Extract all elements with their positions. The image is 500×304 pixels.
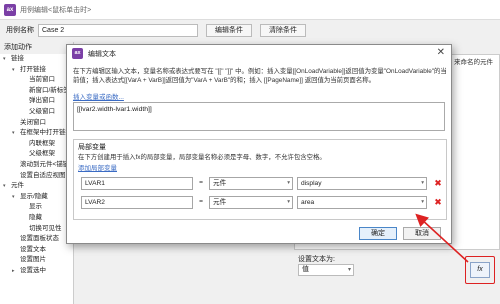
local-variable-row: LVAR2 = 元件 ▾ area ▾ ✖ bbox=[77, 196, 445, 209]
action-tree-item[interactable]: 弹出窗口 bbox=[0, 96, 73, 107]
app-icon: ax bbox=[4, 3, 16, 16]
add-action-heading: 添加动作 bbox=[0, 42, 73, 54]
chevron-icon[interactable]: ▾ bbox=[12, 65, 20, 76]
action-tree-item[interactable]: 显示 bbox=[0, 202, 73, 213]
action-tree-item-label: 弹出窗口 bbox=[29, 97, 55, 105]
action-tree-item-label: 隐藏 bbox=[29, 213, 42, 221]
unnamed-widget-text: 来命名的元件 bbox=[454, 59, 493, 66]
chevron-down-icon: ▾ bbox=[421, 199, 424, 205]
chevron-down-icon: ▾ bbox=[287, 199, 290, 205]
action-tree-item-label: 显示/隐藏 bbox=[20, 192, 48, 200]
chevron-icon[interactable]: ▾ bbox=[3, 181, 11, 192]
action-tree-item[interactable]: 滚动到元件<锚链接> bbox=[0, 160, 73, 171]
action-tree-item[interactable]: ▾ 显示/隐藏 bbox=[0, 192, 73, 203]
action-tree-item[interactable]: ▾ 打开链接 bbox=[0, 65, 73, 76]
target-widget-value: area bbox=[301, 199, 315, 206]
case-editor-titlebar: ax 用例编辑<鼠标单击时> bbox=[0, 0, 500, 20]
action-tree-item-label: 设置面板状态 bbox=[20, 235, 59, 243]
edit-text-dialog: ax 编辑文本 ✕ 在下方编辑区输入文本，变量名称或表达式要写在 "[[" "]… bbox=[66, 44, 452, 244]
action-tree-item[interactable]: 隐藏 bbox=[0, 213, 73, 224]
chevron-icon[interactable]: ▾ bbox=[12, 128, 20, 139]
dialog-description: 在下方编辑区输入文本，变量名称或表达式要写在 "[[" "]]" 中。例如：插入… bbox=[73, 68, 447, 84]
variable-type-select[interactable]: 元件 ▾ bbox=[209, 196, 293, 209]
delete-variable-icon[interactable]: ✖ bbox=[433, 196, 443, 209]
case-name-bar: 用例名称 Case 2 编辑条件 清除条件 bbox=[0, 20, 500, 40]
variable-name-input[interactable]: LVAR2 bbox=[81, 196, 193, 209]
action-tree-item[interactable]: 内联框架 bbox=[0, 139, 73, 150]
action-tree-item-label: 切换可见性 bbox=[29, 224, 62, 232]
action-tree-item-label: 父级框架 bbox=[29, 150, 55, 158]
variable-type-select[interactable]: 元件 ▾ bbox=[209, 177, 293, 190]
action-tree-item[interactable]: 关闭窗口 bbox=[0, 118, 73, 129]
local-variables-description: 在下方创建用于插入fx的局部变量，局部变量名称必须是字母、数字，不允许包含空格。 bbox=[78, 154, 326, 161]
chevron-icon[interactable]: ▸ bbox=[12, 266, 20, 277]
chevron-icon[interactable]: ▾ bbox=[12, 192, 20, 203]
action-tree-item[interactable]: 设置图片 bbox=[0, 255, 73, 266]
action-tree-item-label: 设置图片 bbox=[20, 256, 46, 264]
add-local-variable-link[interactable]: 添加局部变量 bbox=[78, 162, 117, 172]
target-widget-select[interactable]: area ▾ bbox=[297, 196, 427, 209]
variable-name-input[interactable]: LVAR1 bbox=[81, 177, 193, 190]
chevron-down-icon: ▾ bbox=[421, 180, 424, 186]
action-tree-item[interactable]: ▾ 在框架中打开链接 bbox=[0, 128, 73, 139]
local-variable-row: LVAR1 = 元件 ▾ display ▾ ✖ bbox=[77, 177, 445, 190]
set-text-to-label: 设置文本为: bbox=[298, 256, 335, 263]
action-tree-item-label: 新窗口/新标签 bbox=[29, 86, 70, 94]
action-tree-item-label: 设置文本 bbox=[20, 245, 46, 253]
dialog-title: 编辑文本 bbox=[88, 50, 116, 58]
action-tree-item-label: 内联框架 bbox=[29, 139, 55, 147]
local-variables-group: 局部变量 在下方创建用于插入fx的局部变量，局部变量名称必须是字母、数字，不允许… bbox=[73, 139, 447, 220]
text-expression-input[interactable]: [[lvar2.width-lvar1.width]] bbox=[73, 102, 445, 131]
local-variables-title: 局部变量 bbox=[78, 144, 106, 151]
action-tree-item-label: 链接 bbox=[11, 55, 24, 62]
case-name-label: 用例名称 bbox=[6, 27, 34, 34]
action-tree-item[interactable]: 设置面板状态 bbox=[0, 234, 73, 245]
target-widget-value: display bbox=[301, 180, 322, 187]
delete-variable-icon[interactable]: ✖ bbox=[433, 177, 443, 190]
set-text-to-value: 值 bbox=[302, 266, 309, 273]
action-tree-item-label: 元件 bbox=[11, 182, 24, 190]
action-tree-item[interactable]: ▾ 链接 bbox=[0, 54, 73, 65]
insert-variable-link[interactable]: 插入变量或函数... bbox=[73, 91, 124, 101]
clear-condition-button[interactable]: 清除条件 bbox=[260, 23, 306, 37]
action-tree-item-label: 关闭窗口 bbox=[20, 118, 46, 126]
fx-highlight-box bbox=[465, 256, 495, 284]
cancel-button[interactable]: 取消 bbox=[403, 227, 441, 240]
chevron-down-icon: ▾ bbox=[347, 267, 351, 273]
edit-condition-button[interactable]: 编辑条件 bbox=[206, 23, 252, 37]
add-action-panel: 添加动作 ▾ 链接 ▾ 打开链接 当前窗口 新窗口/新标签 弹出窗口 父级窗口 关闭窗口 ▾ 在框架… bbox=[0, 42, 74, 304]
action-tree-item[interactable]: 父级框架 bbox=[0, 149, 73, 160]
variable-type-value: 元件 bbox=[213, 199, 227, 206]
action-tree-item-label: 设置自适应视图 bbox=[20, 171, 66, 179]
case-name-input[interactable]: Case 2 bbox=[38, 23, 198, 37]
action-tree-item-label: 当前窗口 bbox=[29, 76, 55, 84]
action-tree-item[interactable]: 新窗口/新标签 bbox=[0, 86, 73, 97]
action-tree-item[interactable]: ▸ 设置选中 bbox=[0, 266, 73, 277]
equals-sign: = bbox=[199, 179, 203, 186]
variable-type-value: 元件 bbox=[213, 180, 227, 187]
target-widget-select[interactable]: display ▾ bbox=[297, 177, 427, 190]
action-tree-item-label: 显示 bbox=[29, 203, 42, 211]
action-tree-item[interactable]: 切换可见性 bbox=[0, 224, 73, 235]
set-text-to-select[interactable]: 值 ▾ bbox=[298, 264, 354, 276]
case-editor-title: 用例编辑<鼠标单击时> bbox=[20, 6, 92, 14]
ok-button[interactable]: 确定 bbox=[359, 227, 397, 240]
action-tree-item[interactable]: 设置文本 bbox=[0, 245, 73, 256]
action-tree-item[interactable]: 父级窗口 bbox=[0, 107, 73, 118]
chevron-down-icon: ▾ bbox=[287, 180, 290, 186]
app-icon: ax bbox=[72, 48, 83, 59]
chevron-icon[interactable]: ▾ bbox=[3, 54, 11, 65]
action-tree-item-label: 在框架中打开链接 bbox=[20, 129, 72, 137]
action-tree-item[interactable]: 设置自适应视图 bbox=[0, 171, 73, 182]
dialog-titlebar: ax 编辑文本 ✕ bbox=[67, 45, 451, 62]
action-tree-item[interactable]: ▾ 元件 bbox=[0, 181, 73, 192]
action-tree-item[interactable]: 当前窗口 bbox=[0, 75, 73, 86]
action-tree-item-label: 父级窗口 bbox=[29, 107, 55, 115]
action-tree-item-label: 设置选中 bbox=[20, 266, 46, 274]
action-tree: ▾ 链接 ▾ 打开链接 当前窗口 新窗口/新标签 弹出窗口 父级窗口 关闭窗口 ▾ 在框架中打开链接… bbox=[0, 54, 73, 276]
close-icon[interactable]: ✕ bbox=[437, 47, 445, 59]
equals-sign: = bbox=[199, 198, 203, 205]
action-tree-item-label: 打开链接 bbox=[20, 65, 46, 73]
